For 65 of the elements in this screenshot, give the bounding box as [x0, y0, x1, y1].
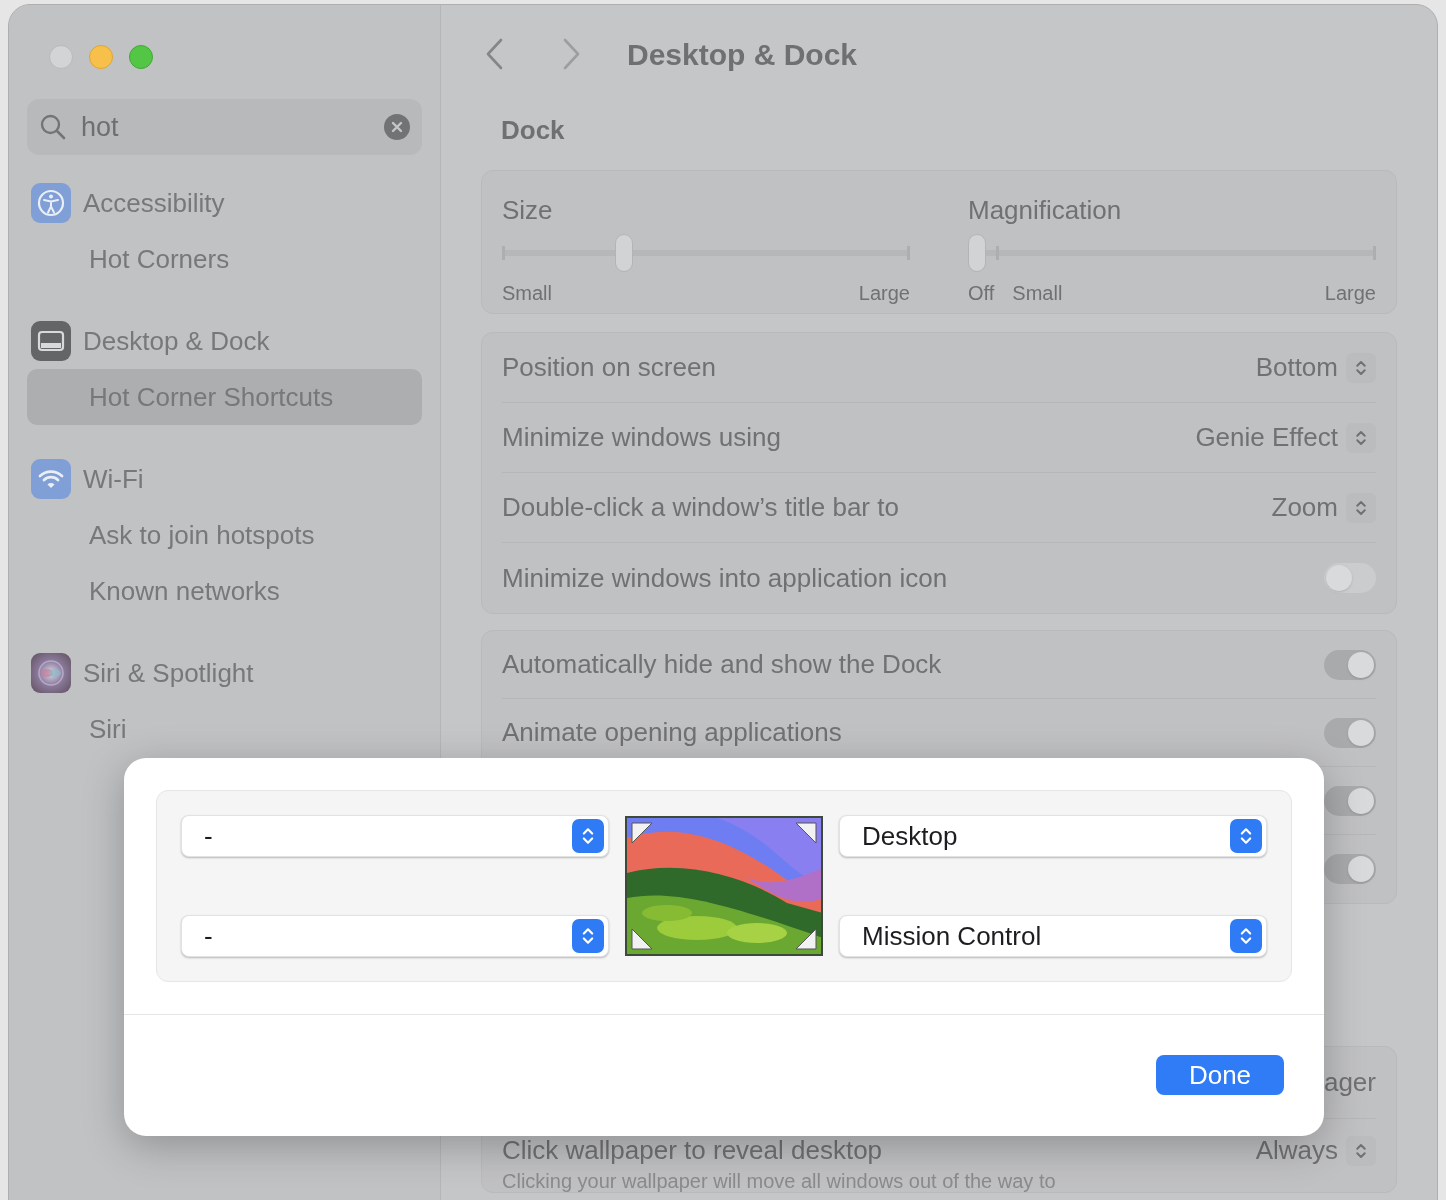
updown-chevron-icon — [1230, 919, 1262, 953]
corner-marker-icon — [631, 928, 653, 950]
sidebar-item[interactable]: Wi-Fi — [27, 451, 422, 507]
setting-label: Double-click a window’s title bar to — [502, 491, 899, 524]
dock-icon — [31, 321, 71, 361]
corner-action-select[interactable]: Desktop — [839, 815, 1267, 857]
setting-label: Minimize windows using — [502, 421, 781, 454]
slider-label: Size — [502, 194, 554, 227]
sidebar-item[interactable]: Hot Corners — [27, 231, 422, 287]
clear-search-button[interactable] — [384, 114, 410, 140]
updown-chevron-icon — [1346, 422, 1376, 453]
toggle-switch[interactable] — [1324, 649, 1376, 680]
close-icon — [391, 121, 403, 133]
setting-label: Minimize windows into application icon — [502, 561, 948, 595]
close-button[interactable] — [49, 45, 73, 69]
corner-marker-icon — [795, 928, 817, 950]
slider-tick-label: Small — [1012, 281, 1063, 306]
updown-chevron-icon — [572, 819, 604, 853]
slider-tick-label: Large — [858, 281, 910, 306]
updown-chevron-icon — [1346, 492, 1376, 523]
toggle-switch[interactable] — [1324, 854, 1376, 884]
corner-marker-icon — [795, 822, 817, 844]
sidebar-item[interactable]: Accessibility — [27, 175, 422, 231]
accessibility-icon — [31, 183, 71, 223]
section-title: Dock — [501, 114, 566, 147]
slider[interactable] — [502, 234, 910, 272]
setting-label: ager — [1323, 1066, 1376, 1099]
sidebar-item[interactable]: Ask to join hotspots — [27, 507, 422, 563]
sidebar-item[interactable]: Desktop & Dock — [27, 313, 422, 369]
corner-action-select[interactable]: - — [181, 815, 609, 857]
updown-chevron-icon — [1346, 1135, 1376, 1166]
slider-thumb[interactable] — [968, 234, 986, 272]
slider-tick-label: Small — [502, 281, 552, 306]
slider-tick-label: Large — [1324, 281, 1376, 306]
updown-chevron-icon — [1346, 352, 1376, 383]
setting-label: Click wallpaper to reveal desktop — [502, 1134, 883, 1167]
corner-action-select[interactable]: Mission Control — [839, 915, 1267, 957]
corner-action-select[interactable]: - — [181, 915, 609, 957]
search-icon — [39, 113, 67, 141]
slider-label: Magnification — [968, 194, 1123, 227]
corner-marker-icon — [631, 822, 653, 844]
sidebar-item[interactable]: Known networks — [27, 563, 422, 619]
slider-tick-label: Off — [968, 281, 995, 306]
wifi-icon — [31, 459, 71, 499]
updown-chevron-icon — [1230, 819, 1262, 853]
popup-button[interactable]: Bottom — [1255, 348, 1338, 387]
toggle-switch[interactable] — [1324, 717, 1376, 748]
toggle-switch[interactable] — [1324, 785, 1376, 816]
updown-chevron-icon — [572, 919, 604, 953]
sidebar-item[interactable]: Siri & Spotlight — [27, 645, 422, 701]
setting-label: Animate opening applications — [502, 716, 842, 749]
minimize-button[interactable] — [89, 45, 113, 69]
zoom-button[interactable] — [129, 45, 153, 69]
window-title: Desktop & Dock — [627, 36, 858, 73]
slider-thumb[interactable] — [615, 234, 634, 272]
popup-button[interactable]: Genie Effect — [1195, 418, 1338, 457]
done-button[interactable]: Done — [1156, 1055, 1284, 1095]
setting-label: Automatically hide and show the Dock — [502, 648, 942, 681]
sidebar-item[interactable]: Siri — [27, 701, 422, 757]
setting-label: Position on screen — [502, 351, 716, 384]
popup-button[interactable]: Zoom — [1271, 488, 1338, 527]
slider[interactable] — [968, 234, 1376, 272]
search-field[interactable]: hot — [27, 99, 422, 155]
siri-icon — [31, 653, 71, 693]
toggle-switch[interactable] — [1324, 563, 1376, 593]
